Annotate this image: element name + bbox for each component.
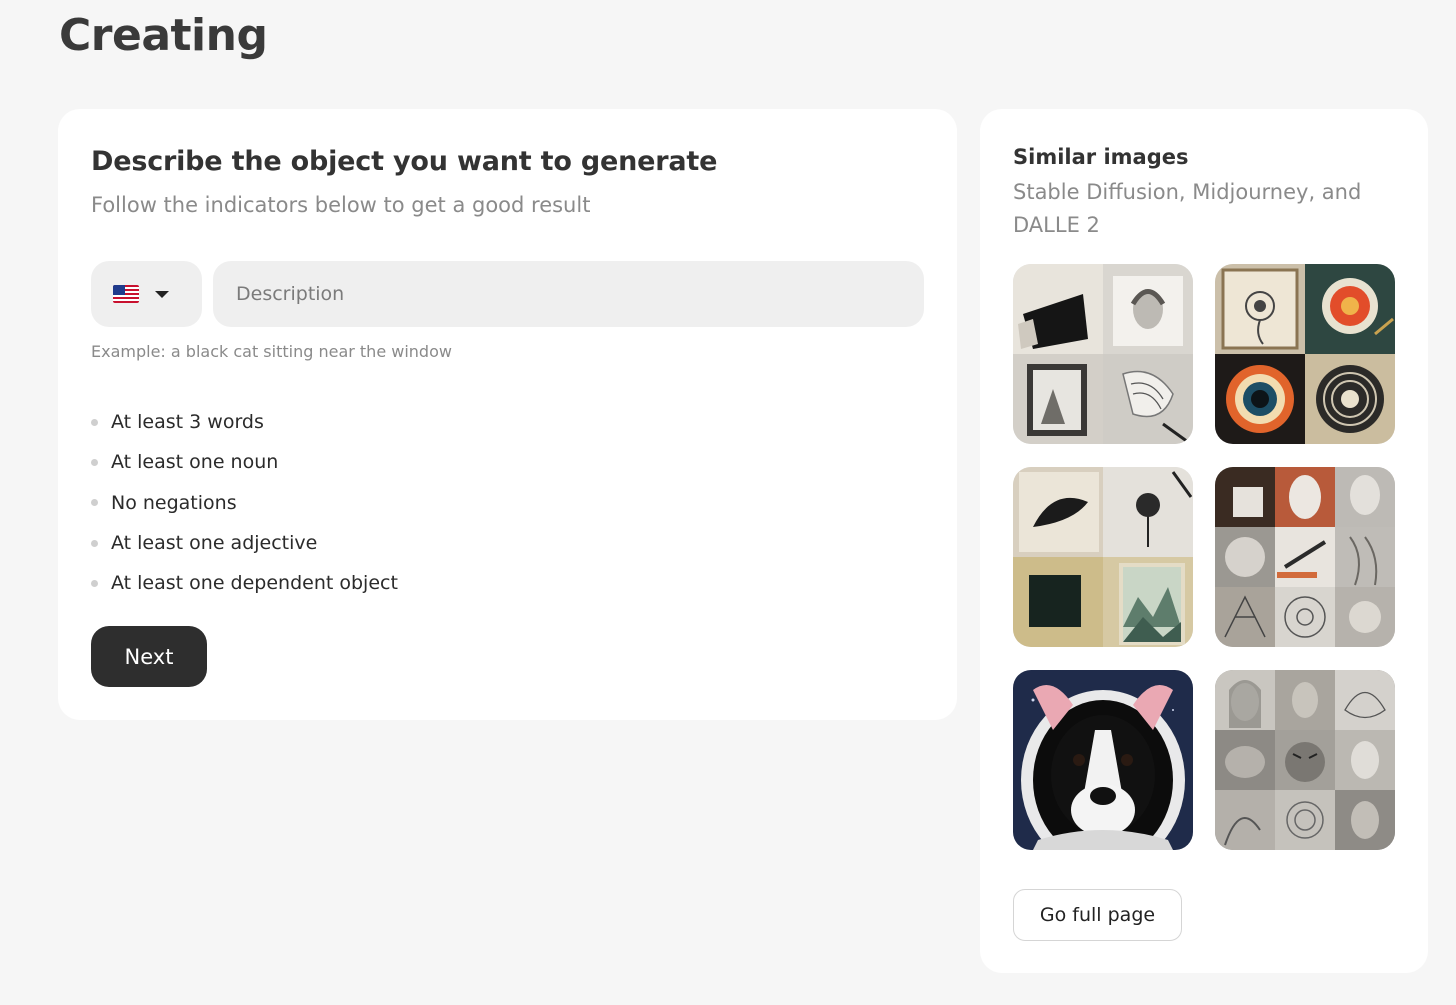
card-heading: Describe the object you want to generate (91, 146, 718, 177)
us-flag-icon (113, 285, 139, 303)
rule-item: At least one dependent object (91, 563, 398, 603)
bullet-icon (91, 458, 98, 466)
bullet-icon (91, 539, 98, 547)
similar-images-subtitle: Stable Diffusion, Midjourney, and DALLE … (1013, 180, 1362, 237)
rule-item: At least 3 words (91, 402, 398, 442)
bullet-icon (91, 579, 98, 587)
portrait-sketches-grid-image[interactable] (1215, 670, 1395, 850)
description-input[interactable] (213, 261, 924, 327)
rules-list: At least 3 words At least one noun No ne… (91, 402, 398, 603)
chevron-down-icon (155, 290, 169, 298)
describe-object-card: Describe the object you want to generate… (58, 109, 957, 720)
example-hint: Example: a black cat sitting near the wi… (91, 342, 452, 361)
language-select[interactable] (91, 261, 202, 327)
card-subheading: Follow the indicators below to get a goo… (91, 193, 591, 217)
next-button[interactable]: Next (91, 626, 207, 687)
rule-item: No negations (91, 483, 398, 523)
astronaut-dog-image[interactable] (1013, 670, 1193, 850)
circular-art-collage-image[interactable] (1215, 264, 1395, 444)
page-title: Creating (59, 10, 268, 61)
bullet-icon (91, 499, 98, 507)
rule-item: At least one noun (91, 442, 398, 482)
minimal-art-collage-image[interactable] (1013, 467, 1193, 647)
bullet-icon (91, 418, 98, 426)
pencil-drawings-collage-image[interactable] (1215, 467, 1395, 647)
sketches-collage-image[interactable] (1013, 264, 1193, 444)
similar-images-title: Similar images (1013, 145, 1189, 169)
similar-images-panel: Similar images Stable Diffusion, Midjour… (980, 109, 1428, 973)
rule-item: At least one adjective (91, 523, 398, 563)
go-full-page-button[interactable]: Go full page (1013, 889, 1182, 941)
